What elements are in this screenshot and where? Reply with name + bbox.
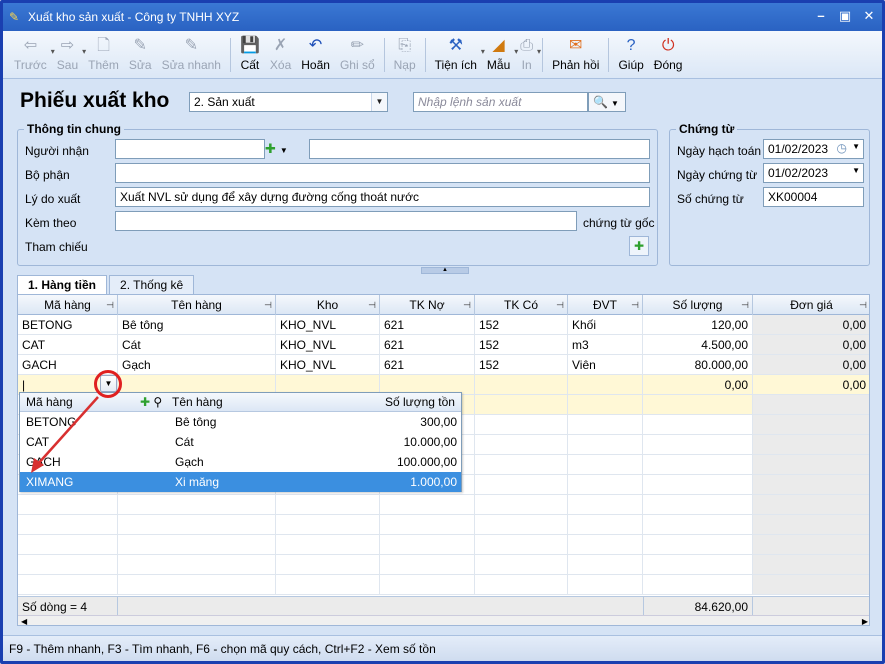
app-window: ✎ Xuất kho sản xuất - Công ty TNHH XYZ –… [0,0,885,664]
annotation-arrow [31,396,99,473]
status-bar: F9 - Thêm nhanh, F3 - Tìm nhanh, F6 - ch… [3,635,882,661]
